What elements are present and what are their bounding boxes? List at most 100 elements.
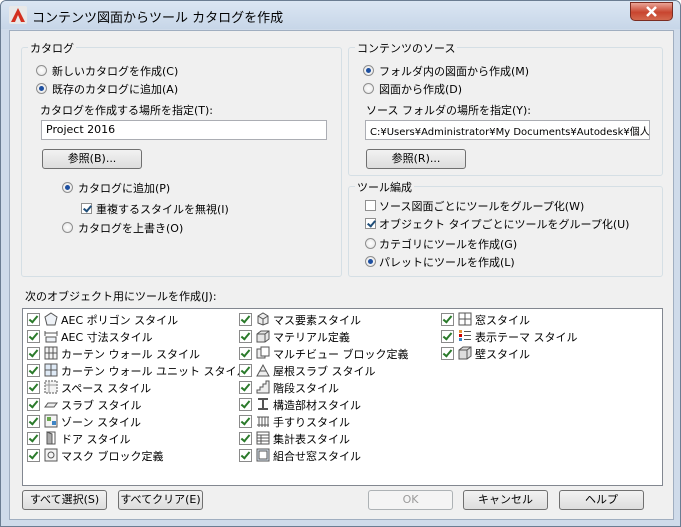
item-checkbox[interactable]: [239, 313, 252, 326]
ok-button[interactable]: OK: [368, 490, 453, 510]
source-folder-label: ソース フォルダの場所を指定(Y):: [366, 104, 531, 117]
item-label: 屋根スラブ スタイル: [273, 365, 376, 378]
mask-block-icon: [44, 448, 58, 462]
ignore-duplicate-checkbox[interactable]: [81, 203, 92, 214]
clear-all-button[interactable]: すべてクリア(E): [118, 490, 203, 510]
item-checkbox[interactable]: [239, 449, 252, 462]
source-browse-button[interactable]: 参照(R)...: [366, 149, 466, 169]
cancel-button[interactable]: キャンセル: [463, 490, 548, 510]
item-checkbox[interactable]: [239, 347, 252, 360]
create-palette-label[interactable]: パレットにツールを作成(L): [379, 254, 515, 270]
add-to-catalog-radio[interactable]: [62, 182, 73, 193]
item-label: 階段スタイル: [273, 382, 339, 395]
item-checkbox[interactable]: [239, 330, 252, 343]
item-checkbox[interactable]: [441, 313, 454, 326]
stair-icon: [256, 380, 270, 394]
item-checkbox[interactable]: [27, 347, 40, 360]
create-palette-radio[interactable]: [365, 256, 376, 267]
schedule-table-icon: [256, 431, 270, 445]
multiview-block-icon: [256, 346, 270, 359]
item-checkbox[interactable]: [27, 364, 40, 377]
dimension-icon: [44, 331, 58, 343]
item-label: スラブ スタイル: [61, 399, 142, 412]
help-button[interactable]: ヘルプ: [559, 490, 644, 510]
item-checkbox[interactable]: [239, 432, 252, 445]
item-label: マスク ブロック定義: [61, 450, 164, 463]
from-drawing-label[interactable]: 図面から作成(D): [379, 81, 462, 97]
existing-catalog-radio[interactable]: [36, 83, 47, 94]
item-checkbox[interactable]: [27, 381, 40, 394]
item-label: AEC ポリゴン スタイル: [61, 314, 179, 327]
overwrite-catalog-label[interactable]: カタログを上書き(O): [78, 220, 183, 236]
material-icon: [256, 330, 270, 343]
item-checkbox[interactable]: [441, 347, 454, 360]
roof-slab-icon: [256, 363, 270, 377]
item-checkbox[interactable]: [27, 398, 40, 411]
item-checkbox[interactable]: [27, 449, 40, 462]
door-icon: [46, 431, 56, 445]
objects-listbox[interactable]: AEC ポリゴン スタイル AEC 寸法スタイル カーテン ウォール スタイル …: [22, 308, 663, 486]
dialog-window: コンテンツ図面からツール カタログを作成 カタログ 新しいカタログを作成(C) …: [0, 0, 681, 527]
item-checkbox[interactable]: [239, 398, 252, 411]
catalog-location-input[interactable]: Project 2016: [41, 120, 327, 140]
item-label: 集計表スタイル: [273, 433, 350, 446]
item-checkbox[interactable]: [27, 432, 40, 445]
close-icon: [646, 6, 657, 17]
item-label: 壁スタイル: [475, 348, 530, 361]
item-label: 構造部材スタイル: [273, 399, 361, 412]
space-icon: [44, 380, 58, 394]
item-checkbox[interactable]: [27, 330, 40, 343]
create-category-radio[interactable]: [365, 238, 376, 249]
polygon-icon: [44, 312, 58, 326]
item-label: 表示テーマ スタイル: [475, 331, 578, 344]
display-theme-icon: [459, 330, 471, 341]
item-label: ゾーン スタイル: [61, 416, 141, 429]
item-label: AEC 寸法スタイル: [61, 331, 153, 344]
item-label: スペース スタイル: [61, 382, 152, 395]
autocad-logo-icon: [9, 6, 27, 24]
item-label: ドア スタイル: [61, 433, 131, 446]
structural-member-icon: [258, 398, 268, 410]
group-by-source-checkbox[interactable]: [365, 200, 376, 211]
close-button[interactable]: [630, 2, 673, 21]
from-folder-radio[interactable]: [363, 65, 374, 76]
group-by-object-checkbox[interactable]: [365, 218, 376, 229]
source-folder-input[interactable]: C:¥Users¥Administrator¥My Documents¥Auto…: [365, 120, 650, 140]
slab-icon: [44, 402, 58, 408]
ignore-duplicate-label[interactable]: 重複するスタイルを無視(I): [96, 201, 229, 217]
item-checkbox[interactable]: [239, 364, 252, 377]
select-all-button[interactable]: すべて選択(S): [22, 490, 107, 510]
overwrite-catalog-radio[interactable]: [62, 222, 73, 233]
window-icon: [458, 312, 472, 326]
add-to-catalog-label[interactable]: カタログに追加(P): [78, 180, 170, 196]
item-checkbox[interactable]: [441, 330, 454, 343]
item-label: カーテン ウォール スタイル: [61, 348, 200, 361]
tool-org-group-title: ツール編成: [355, 179, 414, 195]
from-drawing-radio[interactable]: [363, 83, 374, 94]
title-bar[interactable]: コンテンツ図面からツール カタログを作成: [1, 1, 680, 29]
wall-icon: [458, 346, 472, 360]
mass-element-icon: [257, 312, 269, 326]
new-catalog-radio[interactable]: [36, 65, 47, 76]
item-checkbox[interactable]: [27, 313, 40, 326]
existing-catalog-label[interactable]: 既存のカタログに追加(A): [52, 81, 178, 97]
group-by-object-label[interactable]: オブジェクト タイプごとにツールをグループ化(U): [379, 216, 629, 232]
catalog-group-title: カタログ: [28, 40, 76, 56]
zone-icon: [44, 414, 58, 428]
railing-icon: [257, 416, 269, 427]
from-folder-label[interactable]: フォルダ内の図面から作成(M): [379, 63, 529, 79]
item-checkbox[interactable]: [27, 415, 40, 428]
dialog-client: カタログ 新しいカタログを作成(C) 既存のカタログに追加(A) カタログを作成…: [9, 30, 674, 520]
objects-list-label: 次のオブジェクト用にツールを作成(J):: [25, 290, 217, 303]
item-label: 組合せ窓スタイル: [273, 450, 361, 463]
new-catalog-label[interactable]: 新しいカタログを作成(C): [52, 63, 178, 79]
item-label: 手すりスタイル: [273, 416, 350, 429]
source-group-title: コンテンツのソース: [355, 40, 458, 56]
catalog-browse-button[interactable]: 参照(B)...: [42, 149, 142, 169]
create-category-label[interactable]: カテゴリにツールを作成(G): [379, 236, 517, 252]
item-label: マス要素スタイル: [273, 314, 361, 327]
curtain-wall-icon: [44, 346, 58, 360]
group-by-source-label[interactable]: ソース図面ごとにツールをグループ化(W): [379, 198, 584, 214]
item-checkbox[interactable]: [239, 381, 252, 394]
item-checkbox[interactable]: [239, 415, 252, 428]
